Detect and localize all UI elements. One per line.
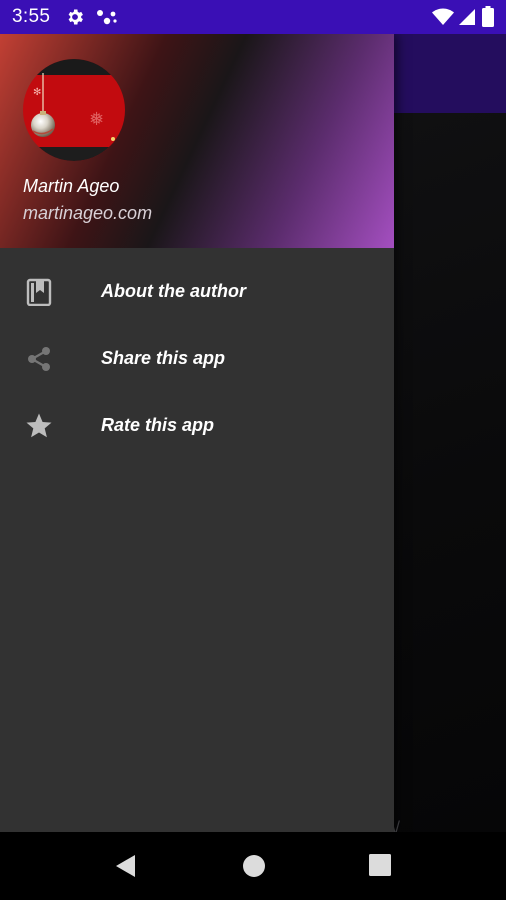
user-name: Martin Ageo [23, 176, 120, 196]
screen: 3:55 \/ ❅ ✻ Martin Ageo martinageo.com A… [0, 0, 506, 900]
menu-item-share-app[interactable]: Share this app [0, 325, 394, 392]
wifi-icon [432, 8, 454, 25]
status-time: 3:55 [12, 6, 51, 27]
signal-icon [459, 9, 475, 25]
navigation-bar [0, 832, 506, 900]
menu-label-about-author: About the author [101, 281, 246, 301]
user-website[interactable]: martinageo.com [23, 203, 152, 224]
assistant-dots-icon [97, 10, 117, 25]
share-icon [28, 347, 50, 371]
drawer-menu: About the author Share this app Rate thi… [0, 258, 394, 459]
menu-label-share-app: Share this app [101, 348, 226, 368]
settings-icon [68, 9, 83, 25]
menu-label-rate-app: Rate this app [101, 415, 215, 435]
home-icon[interactable] [242, 854, 266, 878]
svg-text:✻: ✻ [33, 87, 41, 98]
status-bar: 3:55 [0, 0, 506, 34]
navigation-drawer: ❅ ✻ Martin Ageo martinageo.com About the… [0, 34, 394, 832]
battery-icon [482, 6, 494, 27]
menu-item-about-author[interactable]: About the author [0, 258, 394, 325]
back-icon[interactable] [114, 854, 138, 878]
recents-icon[interactable] [369, 854, 391, 876]
svg-text:❅: ❅ [89, 109, 104, 130]
menu-item-rate-app[interactable]: Rate this app [0, 392, 394, 459]
book-icon [26, 278, 52, 306]
star-icon [26, 413, 52, 438]
drawer-header: ❅ ✻ Martin Ageo martinageo.com [0, 34, 394, 248]
avatar-ornament-image: ❅ ✻ [23, 59, 125, 161]
avatar[interactable]: ❅ ✻ [23, 59, 125, 161]
